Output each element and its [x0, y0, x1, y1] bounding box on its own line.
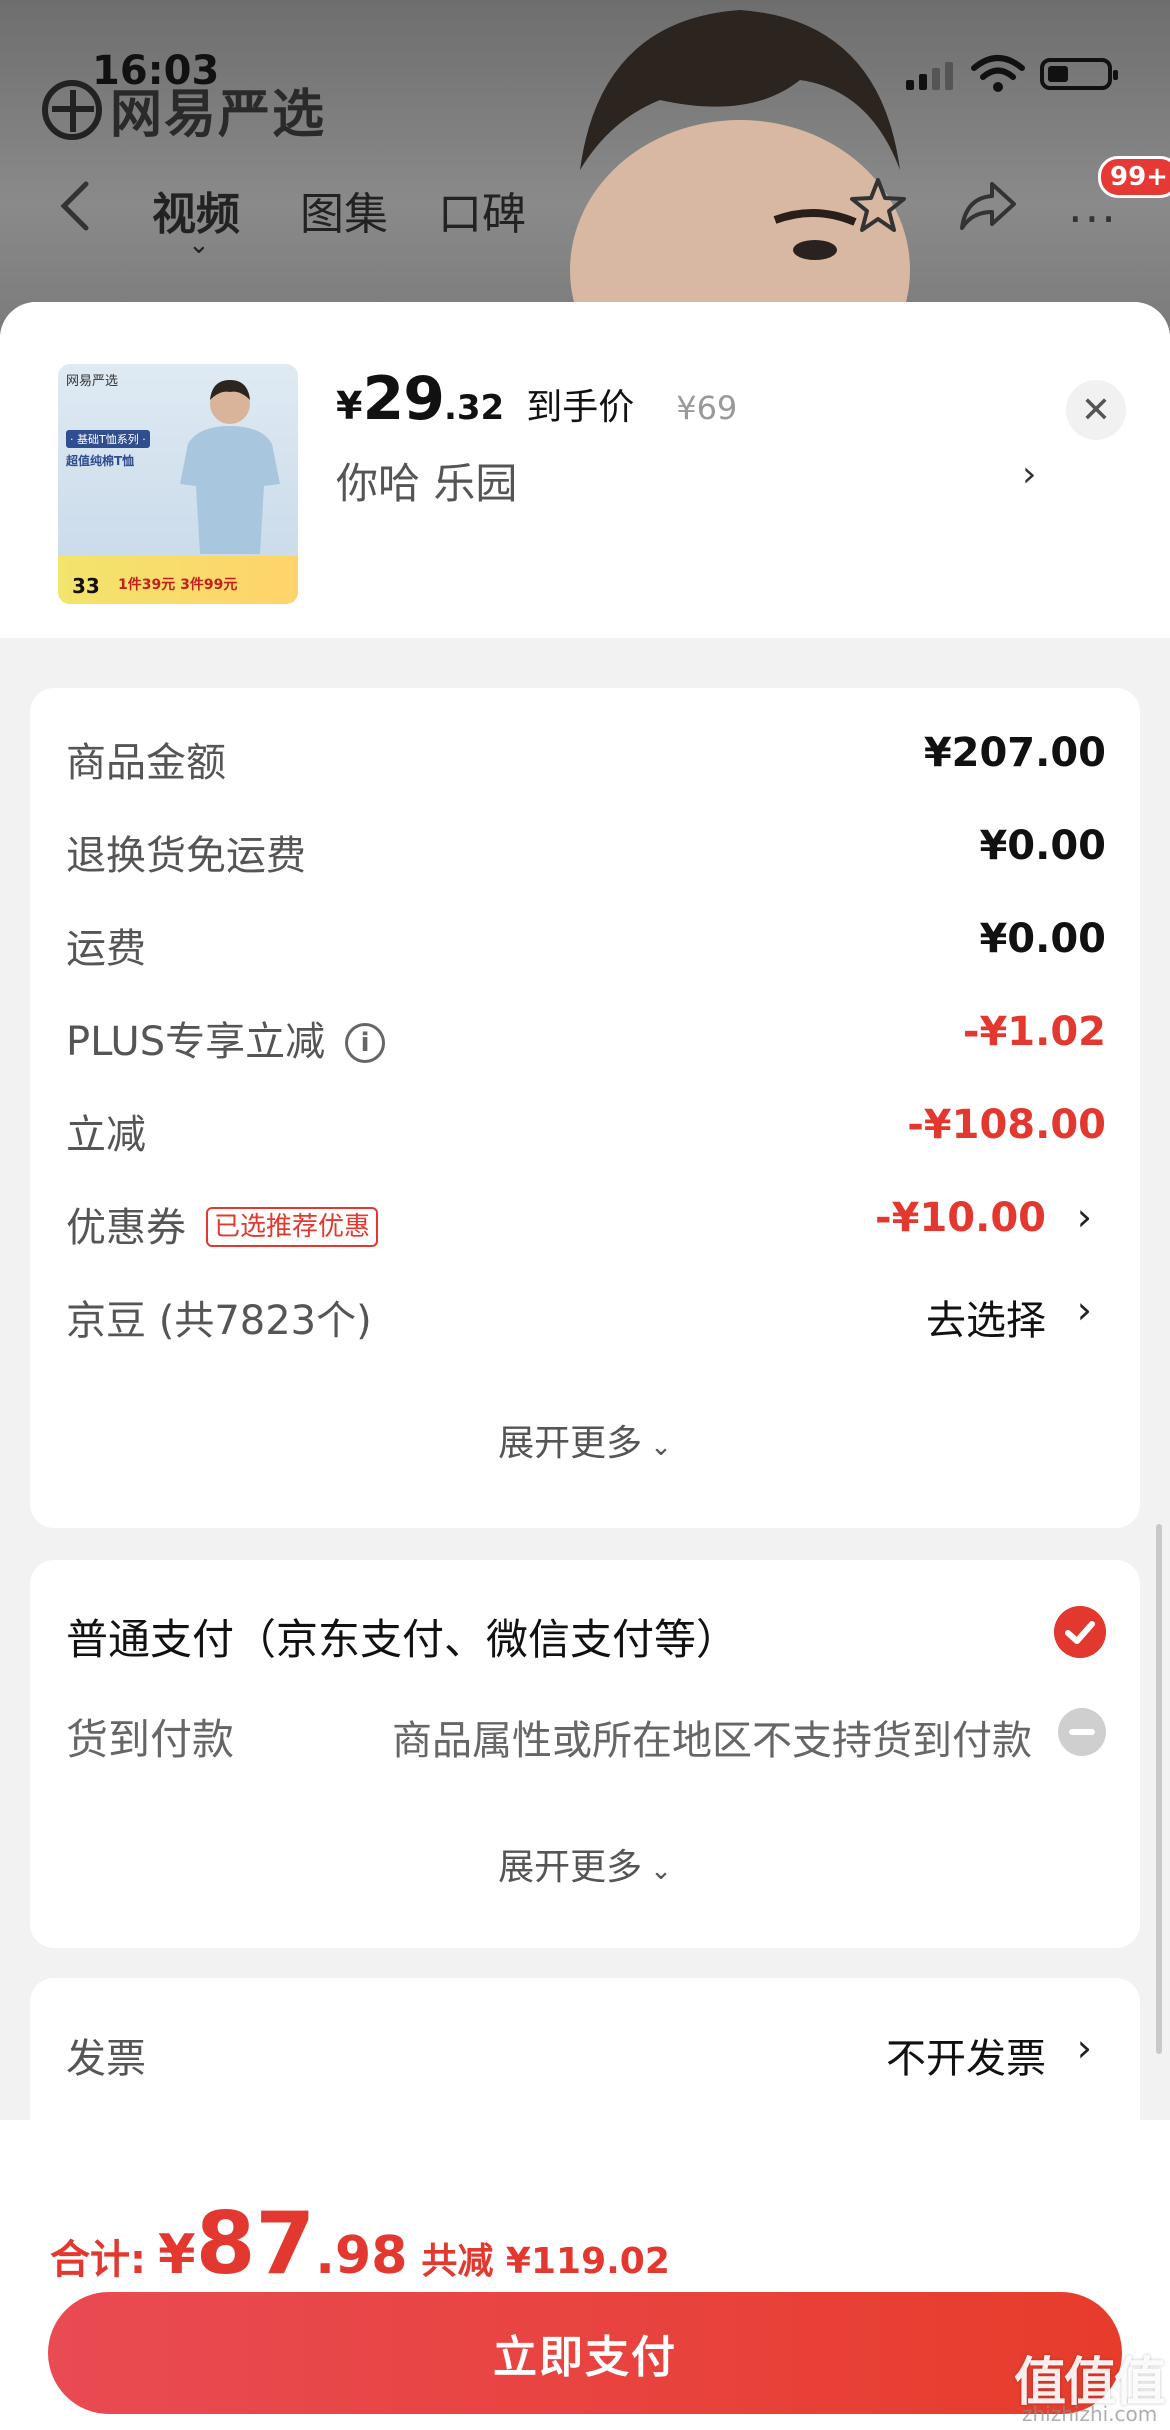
close-icon: ✕ — [1080, 389, 1112, 431]
fee-row-plus-discount: PLUS专享立减 i -¥1.02 — [66, 1003, 1106, 1065]
info-icon[interactable]: i — [345, 1023, 386, 1063]
fee-value: -¥1.02 — [962, 1009, 1106, 1055]
price-decimal: .32 — [443, 388, 505, 428]
fee-label: 商品金额 — [66, 740, 226, 786]
selected-spec[interactable]: 你哈 乐园 — [336, 450, 517, 511]
fee-value: -¥10.00 — [875, 1195, 1046, 1241]
tab-gallery[interactable]: 图集 — [300, 178, 388, 242]
fee-value: -¥108.00 — [907, 1102, 1106, 1148]
fee-label: 优惠券 — [66, 1205, 186, 1251]
check-circle-icon[interactable] — [1054, 1606, 1106, 1658]
total-decimal: .98 — [315, 2226, 408, 2286]
thumb-subtitle: 超值纯棉T恤 — [66, 454, 135, 468]
payment-option-note: 商品属性或所在地区不支持货到付款 — [392, 1718, 1032, 1764]
chevron-right-icon[interactable]: › — [1077, 1195, 1092, 1239]
fee-value: ¥0.00 — [979, 823, 1106, 869]
thumb-brand: 网易严选 — [66, 374, 119, 389]
payment-method-card: 普通支付（京东支付、微信支付等） 货到付款 商品属性或所在地区不支持货到付款 展… — [30, 1560, 1140, 1948]
fee-label-wrap: 优惠券 已选推荐优惠 — [66, 1195, 379, 1253]
price-label: 到手价 — [526, 387, 635, 428]
invoice-value: 不开发票 — [886, 2036, 1046, 2082]
payment-option-label: 普通支付（京东支付、微信支付等） — [66, 1615, 739, 1664]
fee-label: 京豆 (共7823个) — [66, 1298, 372, 1344]
price-currency: ¥ — [336, 384, 363, 428]
fee-label: PLUS专享立减 — [66, 1019, 326, 1065]
fee-value: 去选择 — [926, 1298, 1046, 1344]
invoice-row[interactable]: 发票 不开发票 › — [66, 2020, 1106, 2082]
fee-value: ¥0.00 — [979, 916, 1106, 962]
fee-row-instant-discount: 立减 -¥108.00 — [66, 1096, 1106, 1158]
chevron-down-icon: ⌄ — [650, 1432, 672, 1462]
previous-card-edge — [30, 618, 1140, 638]
chevron-right-icon[interactable]: › — [1077, 1288, 1092, 1332]
expand-more-button[interactable]: 展开更多 ⌄ — [30, 1414, 1140, 1466]
chevron-right-icon[interactable]: › — [1022, 454, 1036, 495]
checkout-bottom-bar: 合计: ¥ 87 .98 共减 ¥119.02 立即支付 — [0, 2120, 1170, 2430]
payment-option-label: 货到付款 — [66, 1715, 235, 1764]
fee-label-wrap: PLUS专享立减 i — [66, 1009, 386, 1067]
notification-badge: 99+ — [1098, 156, 1170, 198]
close-button[interactable]: ✕ — [1066, 380, 1126, 440]
fee-row-coupon[interactable]: 优惠券 已选推荐优惠 -¥10.00 › — [66, 1189, 1106, 1251]
disabled-icon — [1058, 1708, 1106, 1756]
fee-value: ¥207.00 — [923, 730, 1106, 776]
fee-row-goods: 商品金额 ¥207.00 — [66, 724, 1106, 786]
fee-label: 运费 — [66, 926, 146, 972]
status-bar: 网易严选 16:03 — [0, 0, 1170, 150]
coupon-tag: 已选推荐优惠 — [206, 1207, 379, 1247]
product-summary: 网易严选 · 基础T恤系列 · 超值纯棉T恤 33 1件39元 3件99元 ¥ … — [0, 302, 1170, 638]
scrollbar[interactable] — [1156, 1524, 1162, 2054]
expand-more-label: 展开更多 — [498, 1847, 643, 1888]
watermark: 值值值 zhizhizhi.com — [1014, 2340, 1170, 2430]
thumb-tag: · 基础T恤系列 · — [66, 430, 150, 448]
expand-more-label: 展开更多 — [498, 1423, 643, 1464]
active-tab-indicator-icon: ⌄ — [188, 230, 210, 260]
cellular-signal-icon — [906, 60, 953, 90]
product-thumbnail[interactable]: 网易严选 · 基础T恤系列 · 超值纯棉T恤 33 1件39元 3件99元 — [58, 364, 298, 604]
invoice-label: 发票 — [66, 2036, 146, 2082]
thumb-promo-text: 1件39元 3件99元 — [118, 577, 238, 593]
media-nav-bar: 视频 ⌄ 图集 口碑 ··· 99+ — [0, 156, 1170, 260]
fee-label: 立减 — [66, 1112, 146, 1158]
battery-icon — [1040, 58, 1118, 90]
original-price: ¥69 — [676, 389, 738, 427]
thumb-price: 33 — [72, 574, 100, 598]
payment-option-cod: 货到付款 商品属性或所在地区不支持货到付款 — [66, 1700, 1106, 1764]
fee-row-jingdou[interactable]: 京豆 (共7823个) 去选择 › — [66, 1282, 1106, 1344]
back-icon[interactable] — [56, 180, 92, 232]
share-icon[interactable] — [956, 174, 1020, 238]
status-time: 16:03 — [92, 48, 220, 94]
total-currency: ¥ — [158, 2223, 196, 2286]
checkout-sheet: 网易严选 · 基础T恤系列 · 超值纯棉T恤 33 1件39元 3件99元 ¥ … — [0, 302, 1170, 2430]
expand-more-button[interactable]: 展开更多 ⌄ — [30, 1838, 1140, 1890]
watermark-url: zhizhizhi.com — [1022, 2402, 1158, 2426]
tab-reviews[interactable]: 口碑 — [438, 178, 526, 242]
fee-label: 退换货免运费 — [66, 833, 306, 879]
order-total: 合计: ¥ 87 .98 共减 ¥119.02 — [50, 2194, 670, 2294]
more-icon[interactable]: ··· — [1068, 196, 1118, 242]
fee-breakdown-card: 商品金额 ¥207.00 退换货免运费 ¥0.00 运费 ¥0.00 PLUS专… — [30, 688, 1140, 1528]
chevron-right-icon[interactable]: › — [1077, 2026, 1092, 2070]
pay-now-button[interactable]: 立即支付 — [48, 2292, 1122, 2414]
thumb-model-image — [180, 380, 280, 554]
payment-option-normal[interactable]: 普通支付（京东支付、微信支付等） — [66, 1600, 1106, 1664]
total-reduced: 共减 ¥119.02 — [421, 2241, 670, 2282]
fee-row-shipping: 运费 ¥0.00 — [66, 910, 1106, 972]
fee-row-return-shipping: 退换货免运费 ¥0.00 — [66, 817, 1106, 879]
star-icon[interactable] — [846, 174, 910, 238]
total-label: 合计: — [50, 2237, 146, 2283]
chevron-down-icon: ⌄ — [650, 1856, 672, 1886]
price-integer: 29 — [362, 364, 444, 434]
product-price: ¥ 29 .32 到手价 ¥69 — [336, 364, 737, 434]
total-integer: 87 — [195, 2194, 316, 2294]
wifi-icon — [971, 55, 1025, 92]
